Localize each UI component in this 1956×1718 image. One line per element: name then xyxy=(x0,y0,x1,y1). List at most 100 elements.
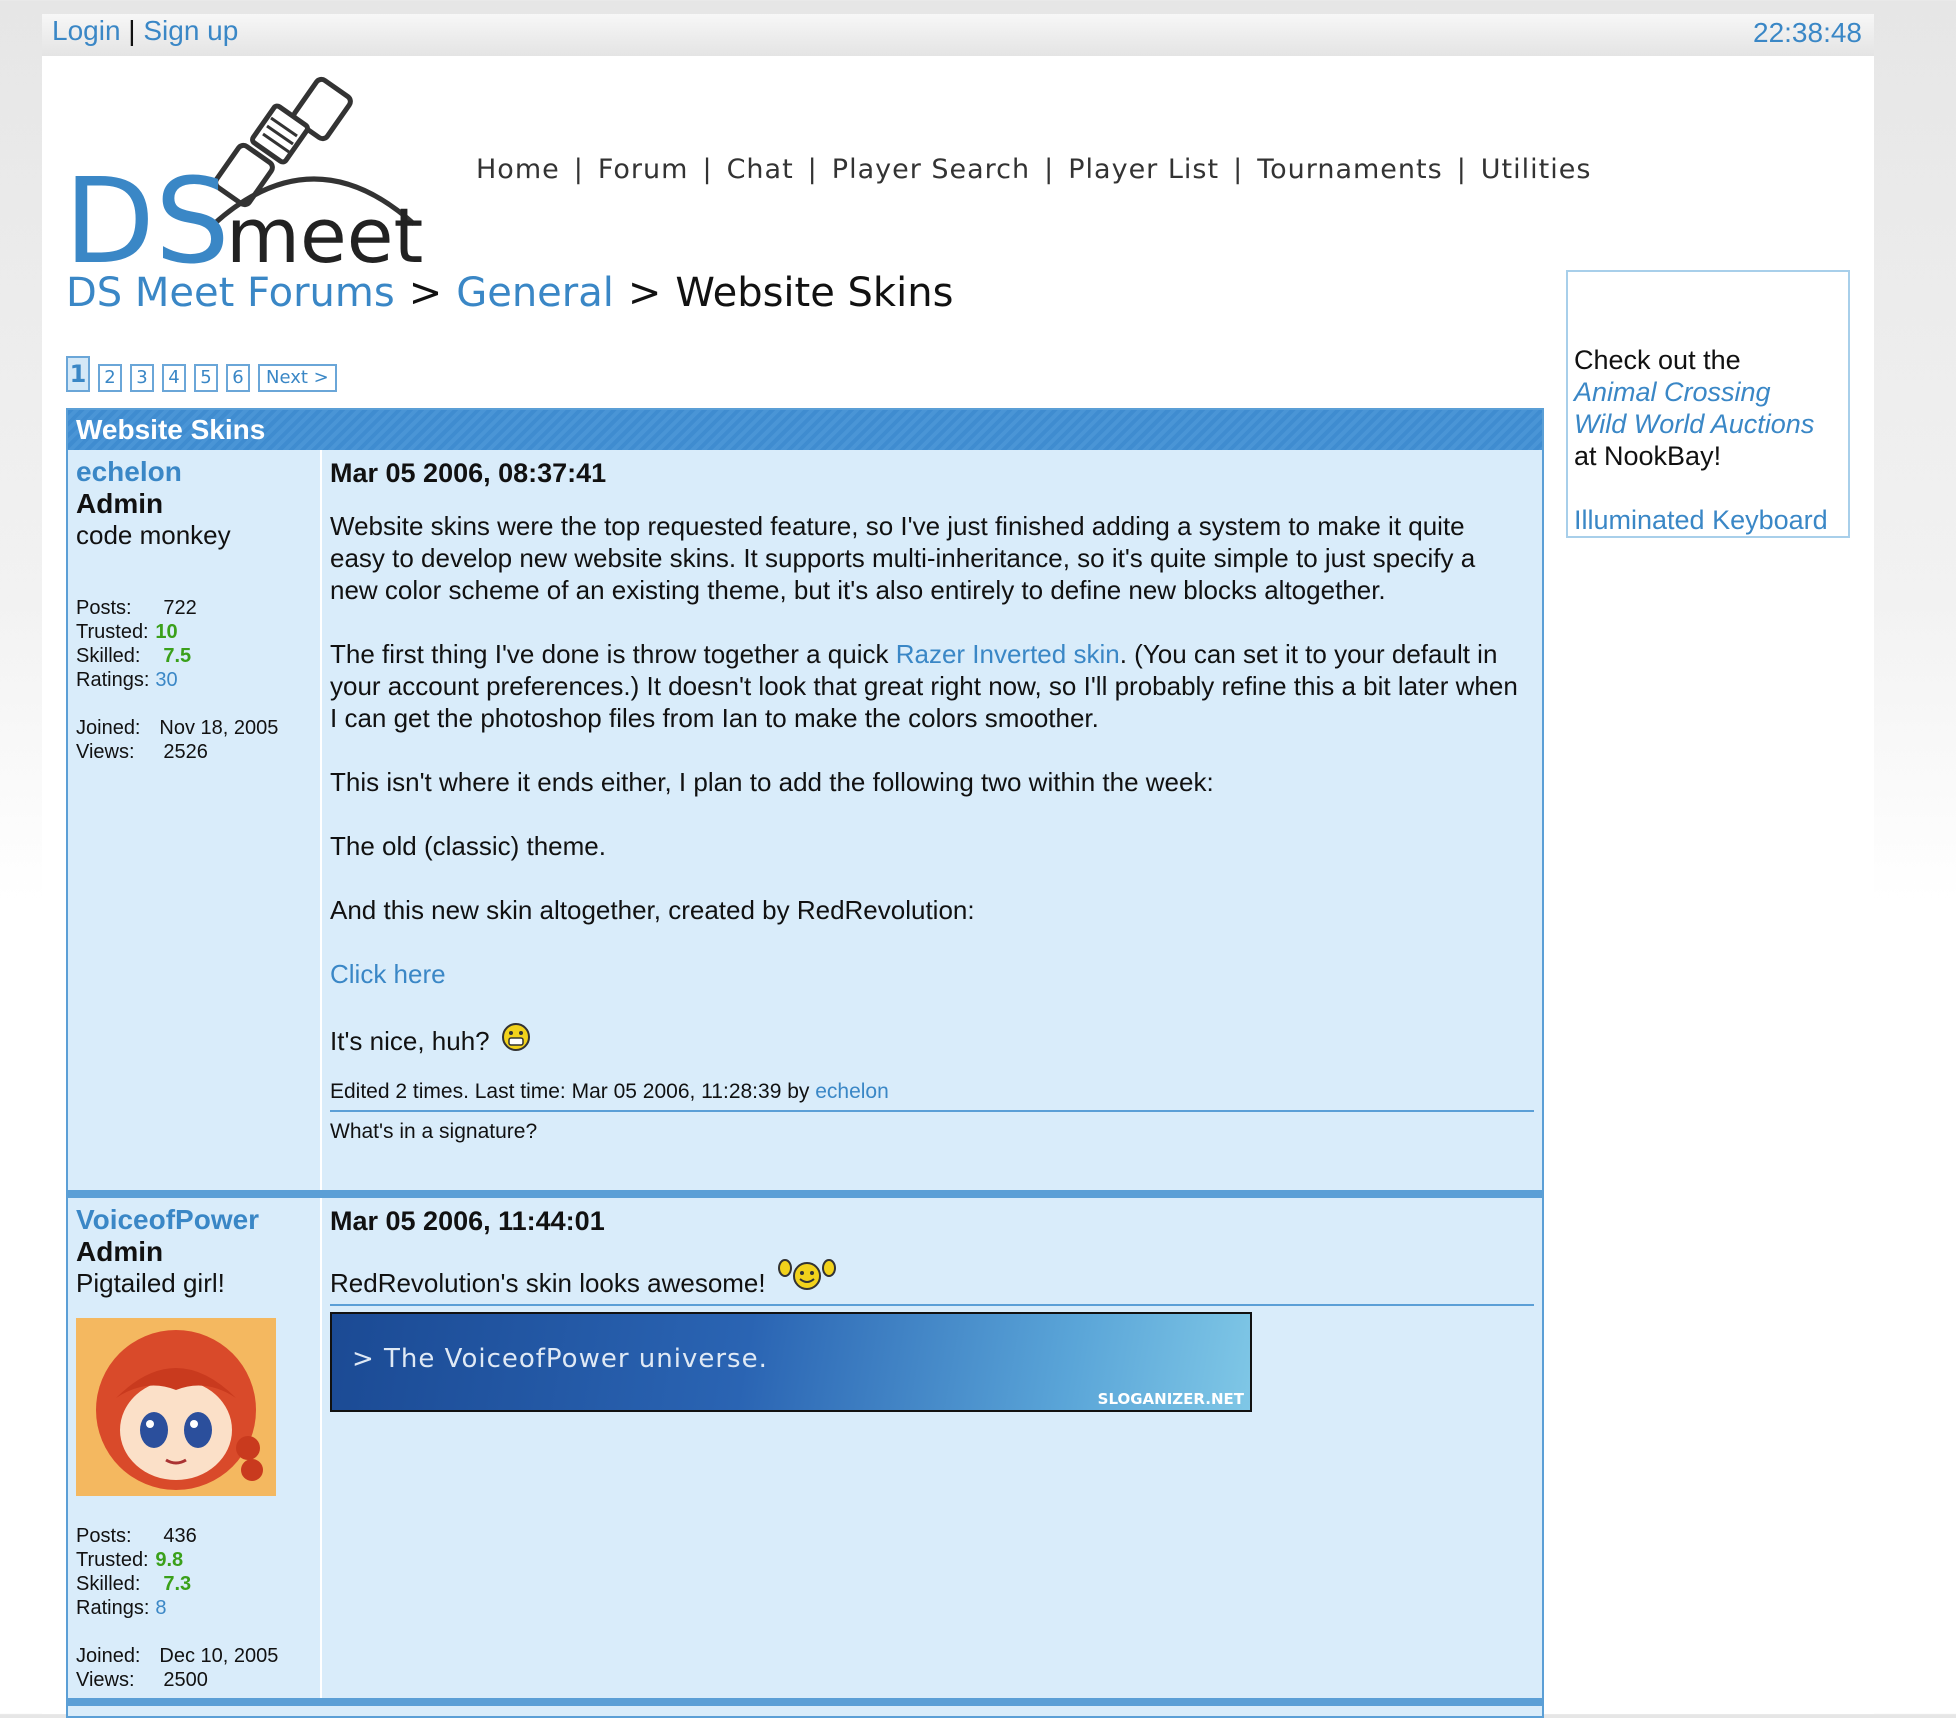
ds-meet-logo[interactable]: DS meet xyxy=(64,74,484,274)
breadcrumb-forums-link[interactable]: DS Meet Forums xyxy=(66,270,395,316)
nav-chat[interactable]: Chat xyxy=(727,154,794,185)
ad-auction-link-1[interactable]: Animal Crossing xyxy=(1574,377,1771,407)
stat-label: Ratings: xyxy=(76,669,150,691)
stat-views: 2526 xyxy=(163,741,208,763)
page-2-link[interactable]: 2 xyxy=(98,364,122,392)
grin-smiley-icon xyxy=(501,1023,530,1051)
edited-text: Edited 2 times. Last time: Mar 05 2006, … xyxy=(330,1080,816,1103)
signature-divider xyxy=(330,1110,1534,1112)
post-user-stats: Posts: 436 Trusted: 9.8 Skilled: 7.3 Rating… xyxy=(76,1524,278,1692)
signature-divider xyxy=(330,1304,1534,1306)
post-username[interactable]: echelon xyxy=(76,456,182,488)
page-title: Website Skins xyxy=(675,270,954,316)
post-paragraph: It's nice, huh? xyxy=(330,1022,1526,1057)
post-author-panel xyxy=(68,450,322,1190)
post-paragraph: Click here xyxy=(330,958,1526,990)
signup-link[interactable]: Sign up xyxy=(143,15,238,46)
stat-label: Views: xyxy=(76,741,135,763)
top-bar: Login | Sign up 22:38:48 xyxy=(42,14,1874,56)
stat-skilled: 7.3 xyxy=(163,1573,192,1595)
stat-ratings[interactable]: 8 xyxy=(149,1596,278,1620)
ad-line-2: at NookBay! xyxy=(1574,441,1722,471)
banner-text: > The VoiceofPower universe. xyxy=(352,1344,768,1374)
stat-trusted: 9.8 xyxy=(155,1549,184,1571)
post-text: The first thing I've done is throw toget… xyxy=(330,639,896,669)
stat-joined: Nov 18, 2005 xyxy=(159,717,279,739)
post-username[interactable]: VoiceofPower xyxy=(76,1204,259,1236)
signature-banner: > The VoiceofPower universe. SLOGANIZER.… xyxy=(330,1312,1252,1412)
ad-line-1: Check out the xyxy=(1574,345,1741,375)
nav-separator: | xyxy=(573,154,584,185)
nav-forum[interactable]: Forum xyxy=(598,154,689,185)
post-text: It's nice, huh? xyxy=(330,1026,490,1056)
nav-separator: | xyxy=(1044,154,1055,185)
post-user-title: Pigtailed girl! xyxy=(76,1268,225,1298)
post-user-title: code monkey xyxy=(76,520,231,550)
post-text: RedRevolution's skin looks awesome! xyxy=(330,1268,766,1298)
post-body: Website skins were the top requested fea… xyxy=(330,510,1526,1089)
post-user-rank: Admin xyxy=(76,1236,164,1267)
next-page-link[interactable]: Next > xyxy=(258,364,337,392)
page-5-link[interactable]: 5 xyxy=(194,364,218,392)
stat-label: Ratings: xyxy=(76,1597,150,1619)
stat-label: Skilled: xyxy=(76,645,141,667)
post-paragraph: This isn't where it ends either, I plan … xyxy=(330,767,1214,797)
stat-label: Skilled: xyxy=(76,1573,141,1595)
stat-ratings[interactable]: 30 xyxy=(149,668,278,692)
banner-watermark: SLOGANIZER.NET xyxy=(1097,1390,1244,1408)
pagination: 1 2 3 4 5 6 Next > xyxy=(66,356,345,392)
breadcrumb-general-link[interactable]: General xyxy=(456,270,614,316)
stat-label: Views: xyxy=(76,1669,135,1691)
nav-separator: | xyxy=(702,154,713,185)
page-6-link[interactable]: 6 xyxy=(226,364,250,392)
logo-ds: DS xyxy=(64,152,230,274)
nav-separator: | xyxy=(1233,154,1244,185)
post-timestamp: Mar 05 2006, 08:37:41 xyxy=(330,458,607,488)
post-body: RedRevolution's skin looks awesome! xyxy=(330,1258,1526,1299)
post-user-stats: Posts: 722 Trusted: 10 Skilled: 7.5 Ratings… xyxy=(76,596,278,764)
post-paragraph: And this new skin altogether, created by… xyxy=(330,895,975,925)
auth-divider: | xyxy=(128,15,136,46)
stat-label: Joined: xyxy=(76,717,141,739)
page-3-link[interactable]: 3 xyxy=(130,364,154,392)
post-edited-note: Edited 2 times. Last time: Mar 05 2006, … xyxy=(330,1080,889,1104)
click-here-link[interactable]: Click here xyxy=(330,959,446,989)
ad-keyboard-link[interactable]: Illuminated Keyboard xyxy=(1574,505,1828,535)
stat-skilled: 7.5 xyxy=(163,645,192,667)
thread-title: Website Skins xyxy=(68,410,1542,450)
nav-player-list[interactable]: Player List xyxy=(1068,154,1219,185)
ad-auction-link-2[interactable]: Wild World Auctions xyxy=(1574,409,1814,439)
post: VoiceofPower Admin Pigtailed girl! Posts… xyxy=(68,1198,1542,1706)
nav-player-search[interactable]: Player Search xyxy=(832,154,1030,185)
razer-inverted-skin-link[interactable]: Razer Inverted skin xyxy=(896,639,1120,669)
logo-meet: meet xyxy=(226,191,423,274)
auth-links: Login | Sign up xyxy=(52,14,238,48)
post-user-rank: Admin xyxy=(76,488,164,519)
edited-by-link[interactable]: echelon xyxy=(815,1080,889,1103)
page-4-link[interactable]: 4 xyxy=(162,364,186,392)
nav-home[interactable]: Home xyxy=(476,154,560,185)
breadcrumb-separator: > xyxy=(627,270,662,316)
login-link[interactable]: Login xyxy=(52,15,121,46)
main-nav: Home | Forum | Chat | Player Search | Player Lis… xyxy=(476,154,1591,185)
post-timestamp: Mar 05 2006, 11:44:01 xyxy=(330,1206,605,1236)
satellite-icon xyxy=(213,76,353,208)
breadcrumb-separator: > xyxy=(408,270,443,316)
page-1-current: 1 xyxy=(66,356,90,392)
nav-separator: | xyxy=(1456,154,1467,185)
stat-joined: Dec 10, 2005 xyxy=(159,1645,279,1667)
page: Login | Sign up 22:38:48 DS meet Home | Fo… xyxy=(42,14,1874,1718)
post-signature: What's in a signature? xyxy=(330,1120,538,1143)
user-avatar xyxy=(76,1318,276,1496)
post-paragraph: Website skins were the top requested fea… xyxy=(330,511,1476,605)
stat-views: 2500 xyxy=(163,1669,208,1691)
stat-label: Trusted: xyxy=(76,1549,149,1571)
stat-label: Posts: xyxy=(76,1525,132,1547)
clock: 22:38:48 xyxy=(1753,17,1862,48)
nav-utilities[interactable]: Utilities xyxy=(1481,154,1592,185)
sidebar-ad: Check out the Animal Crossing Wild World… xyxy=(1566,270,1850,538)
post-paragraph: The old (classic) theme. xyxy=(330,831,606,861)
nav-tournaments[interactable]: Tournaments xyxy=(1257,154,1443,185)
stat-posts: 722 xyxy=(163,597,197,619)
stat-label: Trusted: xyxy=(76,621,149,643)
